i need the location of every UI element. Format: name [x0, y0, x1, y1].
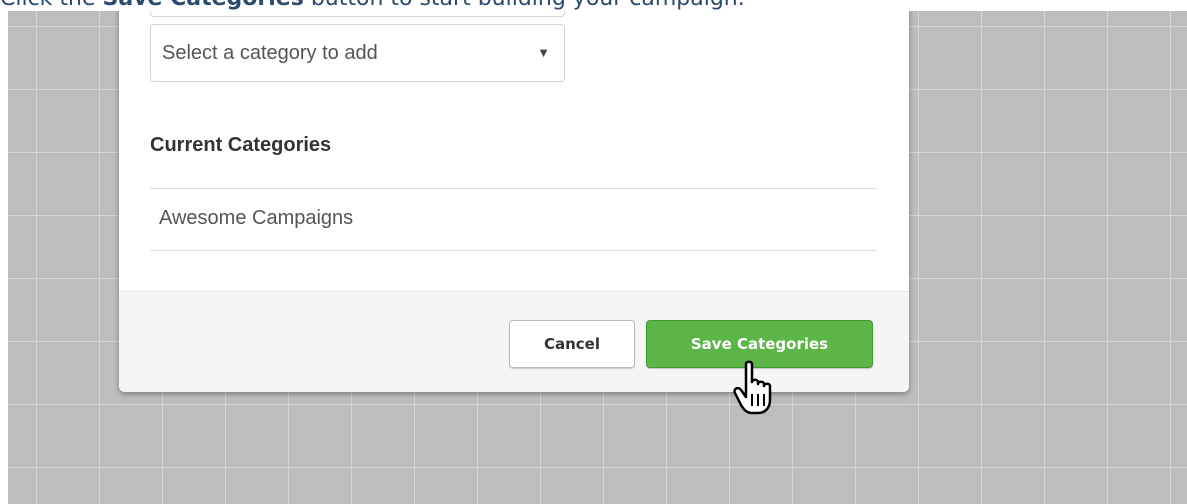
category-item: Awesome Campaigns [150, 189, 877, 251]
cancel-button[interactable]: Cancel [509, 320, 635, 368]
screenshot-area: Select a category to add ▼ Current Categ… [8, 11, 1187, 504]
current-categories-title: Current Categories [150, 134, 332, 156]
category-select[interactable]: Select a category to add ▼ [150, 24, 565, 82]
dropdown-arrow-icon: ▼ [537, 45, 550, 60]
pointer-hand-icon [733, 360, 772, 415]
instruction-highlight: Save Categories [103, 0, 304, 11]
previous-field-edge [150, 11, 565, 17]
modal-footer: Cancel Save Categories [119, 291, 909, 392]
current-categories-list: Awesome Campaigns [150, 188, 877, 251]
category-select-value: Select a category to add [162, 42, 378, 64]
categories-modal: Select a category to add ▼ Current Categ… [119, 11, 909, 392]
